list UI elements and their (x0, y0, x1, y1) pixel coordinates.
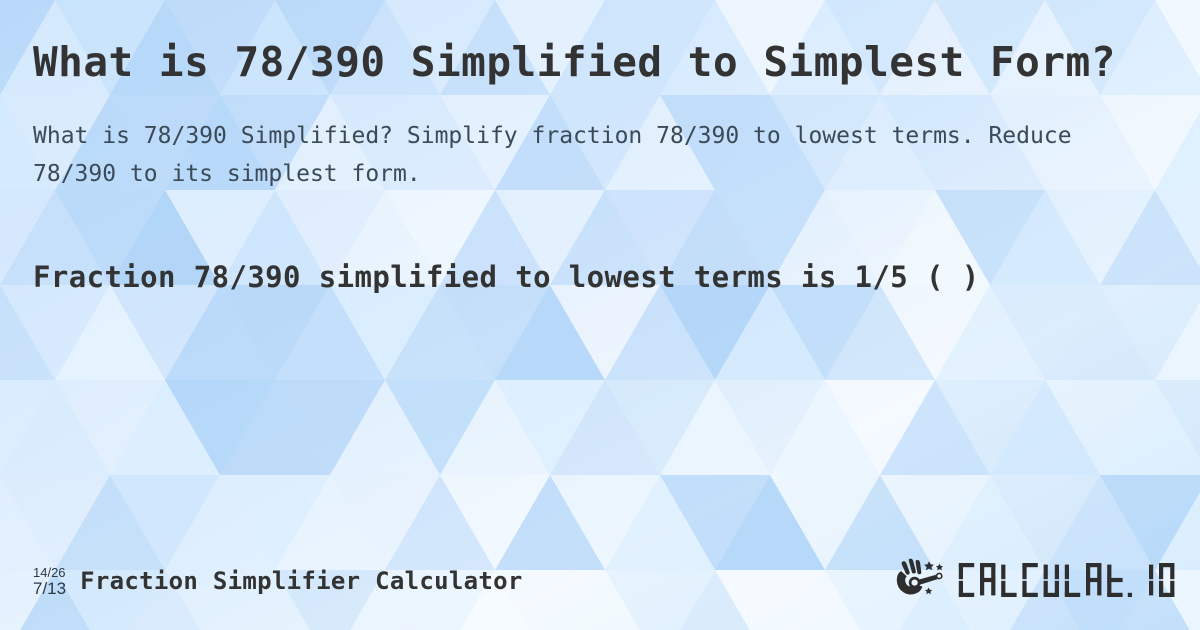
fraction-example-badge: 14/26 7/13 (33, 564, 66, 597)
footer: 14/26 7/13 Fraction Simplifier Calculato… (33, 558, 1180, 604)
brand-wordmark (954, 559, 1180, 603)
footer-left-group: 14/26 7/13 Fraction Simplifier Calculato… (33, 564, 523, 597)
badge-numerator-fraction: 14/26 (33, 565, 66, 581)
hand-holding-magic-wand-icon (892, 558, 948, 604)
page-subtitle: What is 78/390 Simplified? Simplify frac… (33, 123, 1072, 187)
footer-tool-title: Fraction Simplifier Calculator (80, 566, 523, 595)
brand-logo[interactable] (892, 558, 1180, 604)
badge-simplified-fraction: 7/13 (33, 578, 67, 598)
page-title: What is 78/390 Simplified to Simplest Fo… (33, 38, 1116, 86)
page-content: What is 78/390 Simplified to Simplest Fo… (0, 0, 1200, 630)
answer-text: Fraction 78/390 simplified to lowest ter… (33, 259, 980, 294)
